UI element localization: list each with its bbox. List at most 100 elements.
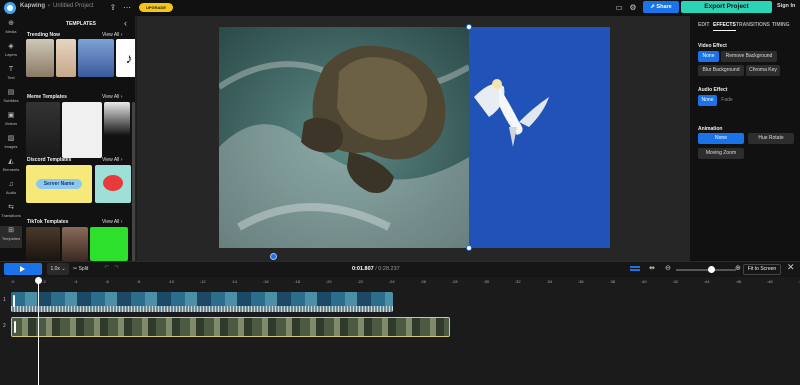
timeline-tick-label: :16 xyxy=(263,279,269,284)
audio-effect-fade[interactable]: Fade xyxy=(719,95,735,106)
sidebar-item-audio[interactable]: ♫ Audio xyxy=(0,180,22,202)
export-button[interactable]: Export Project xyxy=(681,1,772,13)
section-title-discord: Discord Templates xyxy=(27,157,72,163)
sidebar-item-videos[interactable]: ▣ Videos xyxy=(0,111,22,133)
template-thumbnail[interactable] xyxy=(78,39,114,77)
upgrade-button[interactable]: UPGRADE xyxy=(139,3,173,12)
flying-bird-image xyxy=(474,79,549,147)
timeline-tick-label: :34 xyxy=(546,279,553,284)
timeline-clip-video-2[interactable] xyxy=(11,317,450,337)
tab-effects[interactable]: EFFECTS xyxy=(713,22,736,31)
sidebar-item-layers[interactable]: ◈ Layers xyxy=(0,42,22,64)
template-thumbnail[interactable] xyxy=(26,102,60,158)
rotate-handle[interactable] xyxy=(270,253,277,260)
sidebar-item-subtitles[interactable]: ▤ Subtitles xyxy=(0,88,22,110)
video-icon: ▣ xyxy=(7,112,15,119)
play-button[interactable] xyxy=(4,263,42,275)
animation-label: Animation xyxy=(698,126,723,132)
sidebar-item-templates[interactable]: ⊞ Templates xyxy=(0,226,22,248)
chevron-left-icon[interactable]: ‹ xyxy=(124,18,127,28)
sidebar-item-media[interactable]: ⊕ Media xyxy=(0,19,22,41)
sidebar-item-transitions[interactable]: ⇆ Transitions xyxy=(0,203,22,225)
section-title-trending: Trending Now xyxy=(27,32,61,38)
sidebar-item-images[interactable]: ▨ Images xyxy=(0,134,22,156)
redo-icon[interactable]: ↷ xyxy=(114,264,119,271)
animation-none[interactable]: None xyxy=(698,133,744,144)
templates-icon: ⊞ xyxy=(8,227,14,234)
template-thumbnail[interactable] xyxy=(90,227,128,261)
timeline-tick-label: :42 xyxy=(672,279,679,284)
project-name[interactable]: Untitled Project xyxy=(53,3,94,9)
timeline-tick-label: :22 xyxy=(357,279,364,284)
template-thumbnail[interactable] xyxy=(26,39,54,77)
tab-timing[interactable]: TIMING xyxy=(772,22,790,28)
playhead-knob[interactable] xyxy=(35,277,42,284)
timeline-tick-label: :36 xyxy=(578,279,584,284)
view-all-discord[interactable]: View All › xyxy=(102,157,122,163)
timeline-tick-label: :14 xyxy=(231,279,238,284)
timeline-clip-video-1[interactable] xyxy=(11,292,393,312)
tab-edit[interactable]: EDIT xyxy=(698,22,709,28)
template-thumbnail[interactable] xyxy=(26,227,60,261)
resize-handle-top[interactable] xyxy=(466,24,472,30)
video-layer-bird[interactable] xyxy=(469,27,610,248)
more-icon[interactable]: ⋯ xyxy=(122,3,132,13)
brand-name[interactable]: Kapwing xyxy=(20,3,45,9)
upload-icon[interactable]: ⇪ xyxy=(108,3,118,13)
timeline-ruler[interactable] xyxy=(0,277,800,287)
zoom-out-icon[interactable]: ⊖ xyxy=(665,264,671,272)
template-thumbnail[interactable] xyxy=(62,227,88,261)
split-button[interactable]: ✂ Split xyxy=(73,263,88,275)
tiktok-logo-icon[interactable]: ♪ xyxy=(116,39,135,77)
share-label: Share xyxy=(656,4,672,10)
sidebar-item-elements[interactable]: ◭ Elements xyxy=(0,157,22,179)
fit-to-screen-button[interactable]: Fit to Screen xyxy=(743,264,781,275)
video-effect-none[interactable]: None xyxy=(698,51,719,62)
template-thumbnail[interactable] xyxy=(56,39,76,77)
gear-icon[interactable]: ⚙ xyxy=(628,3,638,13)
close-icon[interactable]: ✕ xyxy=(787,262,795,273)
template-thumbnail[interactable]: Server Name xyxy=(26,165,92,203)
template-thumbnail[interactable] xyxy=(62,102,102,158)
animation-hue-rotate[interactable]: Hue Rotate xyxy=(748,133,794,144)
view-all-trending[interactable]: View All › xyxy=(102,32,122,38)
view-all-tiktok[interactable]: View All › xyxy=(102,219,122,225)
speed-select[interactable]: 1.0x ⌄ xyxy=(47,263,69,275)
timeline-tick-label: :6 xyxy=(105,279,109,284)
subtitles-icon: ▤ xyxy=(7,89,15,96)
zoom-in-icon[interactable]: ⊕ xyxy=(735,264,741,272)
playhead[interactable] xyxy=(38,277,39,385)
template-thumbnail[interactable] xyxy=(95,165,131,203)
video-effect-blur-background[interactable]: Blur Background xyxy=(698,65,744,76)
share-button[interactable]: ⇗ Share xyxy=(643,1,679,13)
timecode: 0:01.807 / 0:28.237 xyxy=(352,266,400,272)
timeline-tick-label: :28 xyxy=(452,279,458,284)
video-layer-rock[interactable] xyxy=(219,27,469,248)
zoom-slider-knob[interactable] xyxy=(708,266,715,273)
audio-effect-none[interactable]: None xyxy=(698,95,717,106)
signin-button[interactable]: Sign In xyxy=(777,3,795,9)
snap-icon[interactable] xyxy=(630,266,640,271)
timeline-tick-label: :0 xyxy=(11,279,15,284)
sidebar: ⊕ Media ◈ Layers T Text ▤ Subtitles ▣ Videos … xyxy=(0,16,22,261)
trim-handle-left[interactable] xyxy=(14,321,16,333)
template-thumbnail[interactable] xyxy=(104,102,130,158)
undo-icon[interactable]: ↶ xyxy=(104,264,109,271)
tab-transitions[interactable]: TRANSITIONS xyxy=(736,22,770,28)
fit-width-icon[interactable]: ⇹ xyxy=(649,264,655,272)
video-effect-remove-background[interactable]: Remove Background xyxy=(721,51,777,62)
animation-moving-zoom[interactable]: Moving Zoom xyxy=(698,148,744,159)
text-icon: T xyxy=(8,66,14,73)
sidebar-item-label: Videos xyxy=(4,121,18,126)
templates-scrollbar[interactable] xyxy=(132,102,135,261)
image-icon: ▨ xyxy=(7,135,15,142)
timeline-tick-label: :40 xyxy=(641,279,647,284)
comment-icon[interactable]: ▭ xyxy=(614,3,624,13)
resize-handle-bottom[interactable] xyxy=(466,245,472,251)
trim-handle-left[interactable] xyxy=(13,295,15,307)
kapwing-logo-icon[interactable] xyxy=(4,2,16,14)
video-effect-chroma-key[interactable]: Chroma Key xyxy=(746,65,780,76)
view-all-meme[interactable]: View All › xyxy=(102,94,122,100)
zoom-slider[interactable] xyxy=(676,269,736,271)
sidebar-item-text[interactable]: T Text xyxy=(0,65,22,87)
